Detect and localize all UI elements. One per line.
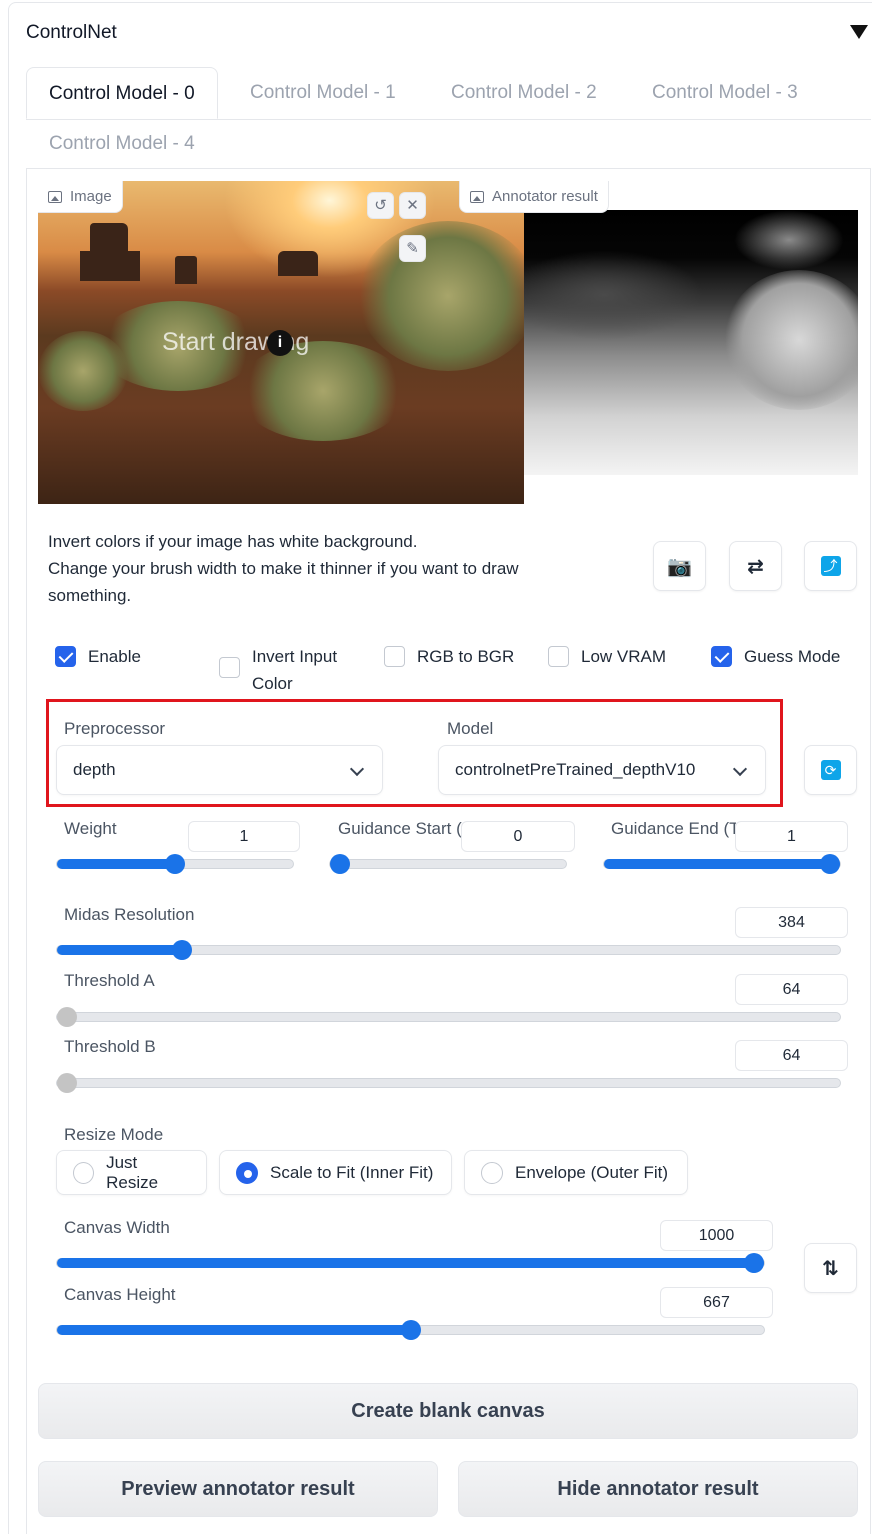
accordion-title: ControlNet (26, 22, 117, 43)
chevron-down-icon (732, 761, 748, 777)
send-button[interactable]: ⤴ (804, 541, 857, 591)
guidance-end-label: Guidance End (T) (611, 819, 736, 838)
checkbox-box[interactable] (384, 646, 405, 667)
swap-icon: ⇄ (747, 555, 764, 578)
brush-icon[interactable]: ✎ (399, 235, 426, 262)
midas-resolution-slider-thumb[interactable] (172, 940, 192, 960)
tab-control-model-3[interactable]: Control Model - 3 (652, 67, 798, 119)
preprocessor-label: Preprocessor (64, 719, 166, 738)
weight-input[interactable]: 1 (188, 821, 300, 852)
refresh-models-button[interactable]: ⟳ (804, 745, 857, 795)
threshold-b-slider-thumb[interactable] (57, 1073, 77, 1093)
preview-annotator-result-button[interactable]: Preview annotator result (38, 1461, 438, 1517)
guess-mode-checkbox[interactable]: Guess Mode (711, 643, 840, 670)
threshold-a-label: Threshold A (64, 971, 155, 990)
help-text: Invert colors if your image has white ba… (48, 532, 519, 605)
radio-dot[interactable] (73, 1161, 95, 1184)
radio-dot[interactable] (236, 1161, 258, 1184)
threshold-b-input[interactable]: 64 (735, 1040, 848, 1071)
annotator-result-image (524, 210, 858, 475)
info-icon: i (267, 330, 293, 356)
tab-control-model-4[interactable]: Control Model - 4 (49, 118, 195, 170)
create-blank-canvas-button[interactable]: Create blank canvas (38, 1383, 858, 1439)
collapse-triangle-icon[interactable] (850, 25, 868, 39)
checkbox-box[interactable] (219, 657, 240, 678)
image-icon (48, 190, 62, 203)
image-label: Image (38, 181, 123, 213)
image-icon (470, 190, 484, 203)
rgb-to-bgr-checkbox[interactable]: RGB to BGR (384, 643, 514, 670)
canvas-width-label: Canvas Width (64, 1218, 170, 1237)
refresh-icon: ⟳ (820, 760, 841, 780)
checkbox-box[interactable] (711, 646, 732, 667)
weight-slider[interactable] (56, 854, 294, 874)
camera-icon: 📷 (667, 555, 692, 578)
canvas-width-input[interactable]: 1000 (660, 1220, 773, 1251)
invert-input-color-checkbox[interactable]: Invert Input Color (219, 643, 359, 697)
threshold-a-slider[interactable] (56, 1007, 841, 1027)
midas-resolution-slider[interactable] (56, 940, 841, 960)
canvas-height-input[interactable]: 667 (660, 1287, 773, 1318)
guidance-end-slider[interactable] (603, 854, 841, 874)
annotator-result-label: Annotator result (459, 181, 609, 213)
tab-control-model-0[interactable]: Control Model - 0 (26, 67, 218, 119)
threshold-a-input[interactable]: 64 (735, 974, 848, 1005)
hide-annotator-result-button[interactable]: Hide annotator result (458, 1461, 858, 1517)
checkbox-box[interactable] (55, 646, 76, 667)
guidance-start-slider[interactable] (329, 854, 567, 874)
tab-control-model-2[interactable]: Control Model - 2 (451, 67, 597, 119)
guidance-start-input[interactable]: 0 (461, 821, 575, 852)
send-icon: ⤴ (820, 556, 841, 576)
guidance-end-slider-thumb[interactable] (820, 854, 840, 874)
tab-control-model-1[interactable]: Control Model - 1 (250, 67, 396, 119)
weight-label: Weight (64, 819, 117, 838)
camera-button[interactable]: 📷 (653, 541, 706, 591)
weight-slider-thumb[interactable] (165, 854, 185, 874)
guidance-start-slider-thumb[interactable] (330, 854, 350, 874)
chevron-down-icon (349, 761, 365, 777)
midas-resolution-label: Midas Resolution (64, 905, 195, 924)
canvas-width-slider-thumb[interactable] (744, 1253, 764, 1273)
guidance-end-input[interactable]: 1 (735, 821, 848, 852)
midas-resolution-input[interactable]: 384 (735, 907, 848, 938)
model-dropdown[interactable]: controlnetPreTrained_depthV10 (438, 745, 766, 795)
canvas-height-slider-thumb[interactable] (401, 1320, 421, 1340)
swap-button[interactable]: ⇄ (729, 541, 782, 591)
threshold-b-slider[interactable] (56, 1073, 841, 1093)
close-icon[interactable]: ✕ (399, 192, 426, 219)
radio-just-resize[interactable]: Just Resize (56, 1150, 207, 1195)
swap-dimensions-button[interactable]: ⇅ (804, 1243, 857, 1293)
canvas-width-slider[interactable] (56, 1253, 765, 1273)
radio-envelope[interactable]: Envelope (Outer Fit) (464, 1150, 688, 1195)
radio-dot[interactable] (481, 1161, 503, 1184)
radio-scale-to-fit[interactable]: Scale to Fit (Inner Fit) (219, 1150, 452, 1195)
checkbox-box[interactable] (548, 646, 569, 667)
canvas-height-label: Canvas Height (64, 1285, 176, 1304)
enable-checkbox[interactable]: Enable (55, 643, 141, 670)
swap-vertical-icon: ⇅ (822, 1257, 839, 1280)
resize-mode-label: Resize Mode (64, 1125, 164, 1144)
canvas-height-slider[interactable] (56, 1320, 765, 1340)
low-vram-checkbox[interactable]: Low VRAM (548, 643, 666, 670)
threshold-b-label: Threshold B (64, 1037, 156, 1056)
undo-icon[interactable]: ↺ (367, 192, 394, 219)
model-label: Model (447, 719, 494, 738)
threshold-a-slider-thumb[interactable] (57, 1007, 77, 1027)
preprocessor-dropdown[interactable]: depth (56, 745, 383, 795)
guidance-start-label: Guidance Start (T) (338, 819, 462, 838)
